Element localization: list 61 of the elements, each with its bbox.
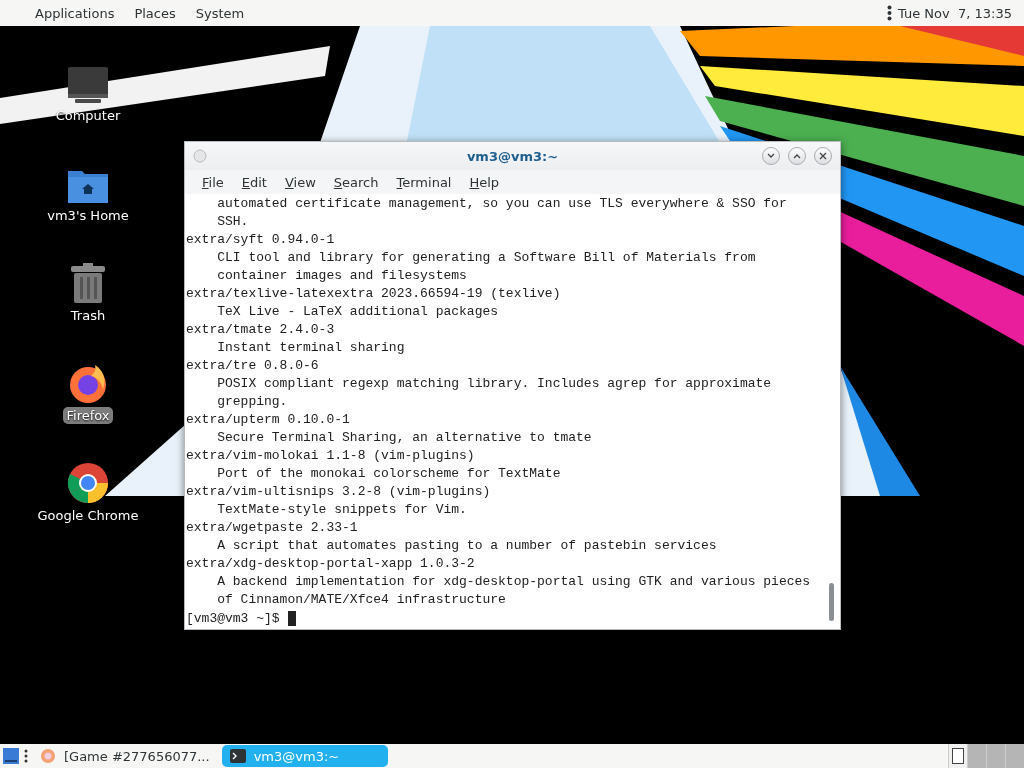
- desktop-icon-label[interactable]: Trash: [67, 307, 109, 324]
- desktop-icon-label[interactable]: Google Chrome: [34, 507, 142, 524]
- monitor-icon[interactable]: [67, 66, 109, 104]
- desktop-icon-label[interactable]: Firefox: [63, 407, 113, 424]
- browser-logo-icon[interactable]: [67, 462, 109, 504]
- terminal-line: grepping.: [216, 393, 289, 411]
- terminal-line: container images and filesystems: [216, 267, 468, 285]
- menu-item[interactable]: Help: [460, 174, 509, 190]
- shell-prompt: [vm3@vm3 ~]$: [186, 610, 280, 626]
- clock[interactable]: Tue Nov 7, 13:35: [898, 5, 1012, 21]
- menu-item[interactable]: Terminal: [387, 174, 461, 190]
- menu-item[interactable]: Search: [324, 174, 388, 190]
- menu-item[interactable]: Edit: [232, 174, 276, 190]
- desktop-icon-label[interactable]: Computer: [52, 107, 124, 124]
- task-button[interactable]: [Game #277656077...: [32, 745, 218, 767]
- terminal-line: extra/tmate 2.4.0-3: [186, 321, 336, 339]
- kebab-icon[interactable]: [887, 5, 892, 21]
- terminal-line: extra/vim-molokai 1.1-8 (vim-plugins): [186, 447, 476, 465]
- trash-icon[interactable]: [70, 262, 106, 304]
- terminal-line: TeX Live - LaTeX additional packages: [216, 303, 500, 321]
- terminal-line: Instant terminal sharing: [216, 339, 406, 357]
- terminal-line: SSH.: [216, 213, 250, 231]
- terminal-line: POSIX compliant regexp matching library. Includes agrep for approximate: [216, 375, 773, 393]
- terminal-line: extra/vim-ultisnips 3.2-8 (vim-plugins): [186, 483, 492, 501]
- terminal-line: Port of the monokai colorscheme for TextMate: [216, 465, 562, 483]
- menu-item[interactable]: File: [193, 174, 233, 190]
- close-icon: [819, 152, 827, 160]
- terminal-line: TextMate-style snippets for Vim.: [216, 501, 468, 519]
- chevron-down-icon: [767, 153, 775, 159]
- workspace-switcher[interactable]: [948, 744, 1024, 768]
- terminal-line: A script that automates pasting to a number of pastebin services: [216, 537, 718, 555]
- minimize-button[interactable]: [762, 147, 780, 165]
- terminal-line: extra/upterm 0.10.0-1: [186, 411, 351, 429]
- terminal-line: Secure Terminal Sharing, an alternative to tmate: [216, 429, 593, 447]
- maximize-button[interactable]: [788, 147, 806, 165]
- home-folder-icon[interactable]: [67, 168, 109, 204]
- terminal-line: extra/wgetpaste 2.33-1: [186, 519, 359, 537]
- scrollbar-thumb[interactable]: [829, 583, 834, 621]
- terminal-line: extra/syft 0.94.0-1: [186, 231, 336, 249]
- terminal-line: of Cinnamon/MATE/Xfce4 infrastructure: [216, 591, 507, 609]
- text-cursor: [287, 610, 296, 626]
- handle-icon[interactable]: [24, 748, 28, 764]
- show-desktop-icon[interactable]: [2, 747, 20, 765]
- fox-globe-icon[interactable]: [67, 362, 109, 404]
- terminal-line: A backend implementation for xdg-desktop-portal using GTK and various pieces: [216, 573, 812, 591]
- panel-menu[interactable]: Places: [134, 5, 176, 21]
- menu-item[interactable]: View: [275, 174, 325, 190]
- workspace-icon: [952, 748, 964, 764]
- panel-menu[interactable]: System: [195, 5, 245, 21]
- close-button[interactable]: [814, 147, 832, 165]
- chevron-up-icon: [793, 153, 801, 159]
- terminal-line: CLI tool and library for generating a Software Bill of Materials from: [216, 249, 757, 267]
- fox-globe-icon: [40, 748, 56, 764]
- terminal-line: extra/texlive-latexextra 2023.66594-19 (texlive): [186, 285, 562, 303]
- terminal-line: extra/tre 0.8.0-6: [186, 357, 320, 375]
- panel-menu[interactable]: Applications: [35, 5, 115, 21]
- terminal-line: automated certificate management, so you can use TLS everywhere & SSO for: [216, 195, 788, 213]
- window-title: vm3@vm3:~: [465, 148, 560, 164]
- terminal-line: extra/xdg-desktop-portal-xapp 1.0.3-2: [186, 555, 476, 573]
- desktop-icon-label[interactable]: vm3's Home: [44, 207, 132, 224]
- terminal-icon: [229, 748, 246, 764]
